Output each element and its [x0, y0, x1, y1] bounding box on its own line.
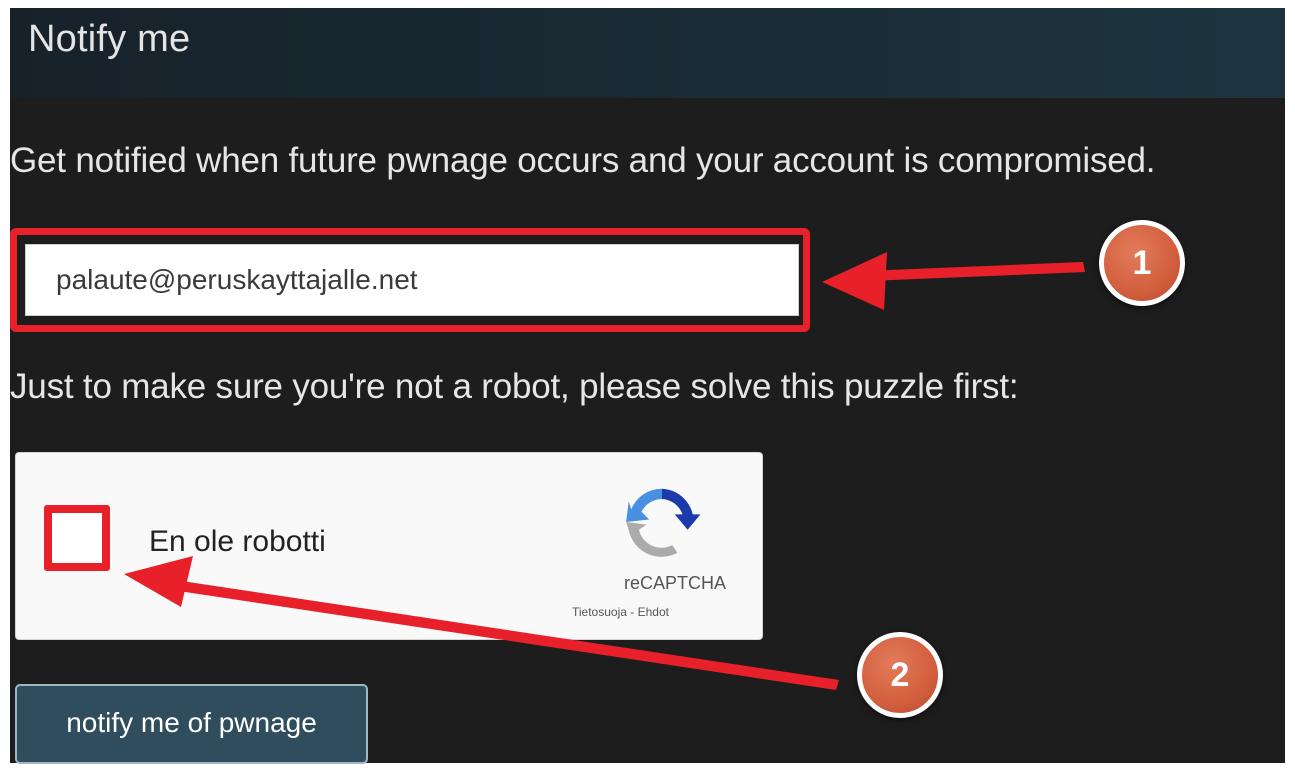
links-separator: - [626, 605, 638, 619]
recaptcha-logo-arrow-blue [662, 488, 701, 530]
notify-me-panel: Notify me Get notified when future pwnag… [10, 8, 1285, 764]
page: Notify me Get notified when future pwnag… [0, 0, 1295, 769]
step-badge-1: 1 [1099, 220, 1185, 306]
recaptcha-widget: En ole robotti reCAPTCHA Tietosuoja - Eh… [15, 452, 763, 640]
recaptcha-checkbox[interactable] [44, 505, 110, 571]
panel-title: Notify me [28, 18, 191, 60]
terms-link[interactable]: Ehdot [638, 605, 669, 619]
panel-header: Notify me [10, 8, 1285, 98]
recaptcha-brand: reCAPTCHA [623, 573, 726, 593]
recaptcha-logo-icon [626, 488, 701, 557]
recaptcha-logo-arrow-gray [626, 522, 678, 557]
step-badge-2: 2 [857, 632, 943, 718]
recaptcha-checkbox-label: En ole robotti [149, 525, 326, 558]
recaptcha-links: Tietosuoja - Ehdot [572, 605, 669, 619]
intro-text: Get notified when future pwnage occurs a… [10, 141, 1156, 180]
robot-check-prompt: Just to make sure you're not a robot, pl… [10, 367, 1019, 406]
email-input[interactable] [25, 244, 799, 316]
recaptcha-logo-arrow-light [626, 488, 662, 522]
notify-me-button[interactable]: notify me of pwnage [15, 684, 368, 764]
privacy-link[interactable]: Tietosuoja [572, 605, 627, 619]
